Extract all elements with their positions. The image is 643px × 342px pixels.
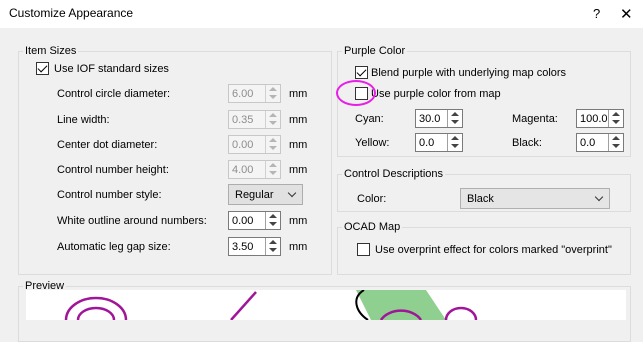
arrow-up-icon	[612, 112, 620, 116]
arrow-down-icon	[269, 95, 277, 99]
spinner-arrows[interactable]	[608, 134, 623, 151]
arrow-up-icon	[451, 136, 459, 140]
window-title: Customize Appearance	[9, 6, 134, 20]
preview-canvas	[26, 290, 626, 320]
description-color-value: Black	[467, 193, 494, 205]
close-button[interactable]: ✕	[620, 5, 633, 23]
control-number-height-value: 4.00	[232, 164, 254, 176]
arrow-down-icon	[269, 171, 277, 175]
center-dot-diameter-spinner[interactable]: 0.00	[228, 135, 281, 154]
spinner-arrows[interactable]	[447, 110, 462, 127]
black-label: Black:	[512, 137, 542, 149]
control-number-height-label: Control number height:	[57, 164, 169, 176]
line-width-label: Line width:	[57, 114, 110, 126]
arrow-up-icon	[269, 87, 277, 91]
yellow-spinner[interactable]: 0.0	[415, 133, 463, 152]
leg-gap-spinner[interactable]: 3.50	[228, 237, 281, 256]
arrow-up-icon	[269, 240, 277, 244]
overprint-checkbox[interactable]	[357, 243, 370, 256]
line-width-unit: mm	[289, 114, 308, 126]
course-leg-line	[230, 291, 257, 320]
spinner-arrows[interactable]	[608, 110, 623, 127]
center-dot-diameter-unit: mm	[289, 139, 308, 151]
white-outline-label: White outline around numbers:	[57, 215, 207, 227]
center-dot-diameter-label: Center dot diameter:	[57, 139, 158, 151]
help-button[interactable]: ?	[593, 6, 600, 21]
control-descriptions-legend: Control Descriptions	[344, 168, 444, 180]
control-number-height-spinner[interactable]: 4.00	[228, 160, 281, 179]
spinner-arrows[interactable]	[265, 161, 280, 178]
arrow-up-icon	[269, 138, 277, 142]
arrow-down-icon	[451, 120, 459, 124]
arrow-down-icon	[269, 248, 277, 252]
leg-gap-value: 3.50	[232, 241, 254, 253]
arrow-up-icon	[269, 163, 277, 167]
magenta-spinner[interactable]: 100.0	[576, 109, 624, 128]
white-outline-spinner[interactable]: 0.00	[228, 211, 281, 230]
control-circle-diameter-unit: mm	[289, 88, 308, 100]
magenta-value: 100.0	[580, 113, 608, 125]
spinner-arrows[interactable]	[265, 212, 280, 229]
control-number-height-unit: mm	[289, 164, 308, 176]
use-purple-from-map-label[interactable]: Use purple color from map	[371, 88, 501, 100]
arrow-up-icon	[612, 136, 620, 140]
control-circle-far-right	[444, 306, 478, 320]
control-circle-inner	[76, 306, 116, 320]
yellow-label: Yellow:	[355, 137, 390, 149]
control-number-style-dropdown[interactable]: Regular	[228, 184, 303, 205]
use-iof-checkbox[interactable]	[36, 62, 49, 75]
chevron-down-icon	[594, 192, 604, 202]
chevron-down-icon	[287, 188, 297, 198]
control-circle-diameter-label: Control circle diameter:	[57, 88, 171, 100]
magenta-label: Magenta:	[512, 113, 558, 125]
line-width-spinner[interactable]: 0.35	[228, 110, 281, 129]
white-outline-value: 0.00	[232, 215, 254, 227]
control-number-style-value: Regular	[235, 189, 274, 201]
spinner-arrows[interactable]	[265, 85, 280, 102]
leg-gap-label: Automatic leg gap size:	[57, 241, 171, 253]
arrow-down-icon	[269, 146, 277, 150]
white-outline-unit: mm	[289, 215, 308, 227]
spinner-arrows[interactable]	[265, 111, 280, 128]
arrow-down-icon	[451, 144, 459, 148]
cyan-label: Cyan:	[355, 113, 384, 125]
leg-gap-unit: mm	[289, 241, 308, 253]
yellow-value: 0.0	[419, 137, 435, 149]
arrow-up-icon	[269, 113, 277, 117]
purple-color-legend: Purple Color	[344, 45, 406, 57]
use-iof-label[interactable]: Use IOF standard sizes	[54, 63, 169, 75]
center-dot-diameter-value: 0.00	[232, 139, 254, 151]
spinner-arrows[interactable]	[265, 136, 280, 153]
description-color-dropdown[interactable]: Black	[460, 188, 610, 209]
arrow-down-icon	[612, 120, 620, 124]
control-circle-diameter-spinner[interactable]: 6.00	[228, 84, 281, 103]
control-circle-diameter-value: 6.00	[232, 88, 254, 100]
spinner-arrows[interactable]	[447, 134, 462, 151]
spinner-arrows[interactable]	[265, 238, 280, 255]
description-color-label: Color:	[357, 193, 387, 205]
blend-purple-label[interactable]: Blend purple with underlying map colors	[371, 67, 566, 79]
cyan-value: 30.0	[419, 113, 441, 125]
overprint-label[interactable]: Use overprint effect for colors marked "…	[375, 244, 612, 256]
arrow-up-icon	[269, 214, 277, 218]
check-mark-icon	[37, 62, 48, 73]
preview-map-drawing	[64, 290, 478, 320]
arrow-down-icon	[269, 121, 277, 125]
blend-purple-checkbox[interactable]	[355, 66, 368, 79]
black-value: 0.0	[580, 137, 596, 149]
arrow-up-icon	[451, 112, 459, 116]
black-spinner[interactable]: 0.0	[576, 133, 624, 152]
control-number-style-label: Control number style:	[57, 189, 162, 201]
check-mark-icon	[356, 66, 367, 77]
cyan-spinner[interactable]: 30.0	[415, 109, 463, 128]
line-width-value: 0.35	[232, 114, 254, 126]
arrow-down-icon	[269, 222, 277, 226]
annotation-circle	[336, 80, 376, 106]
item-sizes-legend: Item Sizes	[25, 45, 77, 57]
arrow-down-icon	[612, 144, 620, 148]
ocad-map-legend: OCAD Map	[344, 221, 401, 233]
green-area	[356, 290, 446, 320]
